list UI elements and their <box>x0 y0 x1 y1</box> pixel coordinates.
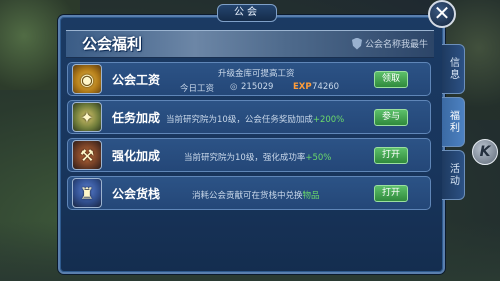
guild-welfare-banner: 公会福利 公会名称我最牛 <box>66 30 434 58</box>
banner-right-text: 公会名称我最牛 <box>364 40 428 50</box>
row-name: 任务加成 <box>112 111 161 125</box>
enhance-bonus-desc-text: 当前研究院为10级，强化成功率 <box>184 153 306 163</box>
salary-today-label: 今日工资 <box>180 84 215 94</box>
shield-icon <box>351 37 362 50</box>
task-bonus-desc: 当前研究院为10级，公会任务奖励加成+200% <box>166 113 344 125</box>
row-guild-salary: ◉ 公会工资 升级金库可提高工资 今日工资 ◎ 215029 EXP 74260… <box>67 62 431 96</box>
row-enhance-bonus: ⚒ 强化加成 当前研究院为10级，强化成功率+50% 打开 <box>67 138 431 172</box>
warehouse-desc: 消耗公会贡献可在货栈中兑换物品 <box>192 189 320 201</box>
banner-guild-name: 公会名称我最牛 <box>351 37 428 50</box>
gold-coins-icon: ◉ <box>72 64 102 94</box>
open-enhance-button[interactable]: 打开 <box>374 147 408 164</box>
tab-welfare[interactable]: 福利 <box>442 97 465 147</box>
salary-hint: 升级金库可提高工资 <box>218 69 295 79</box>
banner-title: 公会福利 <box>82 35 143 53</box>
coin-icon: ◎ <box>230 82 238 92</box>
salary-coin-value: 215029 <box>241 82 274 92</box>
enhance-bonus-desc: 当前研究院为10级，强化成功率+50% <box>184 151 331 163</box>
warehouse-desc-text: 消耗公会贡献可在货栈中兑换 <box>192 191 303 201</box>
close-icon: ✕ <box>433 1 451 25</box>
join-task-button[interactable]: 参与 <box>374 109 408 126</box>
warehouse-icon: ♜ <box>72 178 102 208</box>
row-name: 公会工资 <box>112 73 161 87</box>
exp-label: EXP <box>293 82 312 92</box>
task-bonus-value: +200% <box>312 115 345 125</box>
row-name: 强化加成 <box>112 149 161 163</box>
k-logo-badge[interactable]: K <box>472 139 498 165</box>
quest-scroll-icon: ✦ <box>72 102 102 132</box>
enhance-bonus-value: +50% <box>305 153 332 163</box>
tab-activity[interactable]: 活动 <box>442 150 465 200</box>
warehouse-highlight: 物品 <box>302 191 320 201</box>
claim-salary-button[interactable]: 领取 <box>374 71 408 88</box>
close-button[interactable]: ✕ <box>428 0 456 28</box>
salary-exp-value: 74260 <box>312 82 340 92</box>
open-warehouse-button[interactable]: 打开 <box>374 185 408 202</box>
tab-info[interactable]: 信息 <box>442 44 465 94</box>
row-task-bonus: ✦ 任务加成 当前研究院为10级，公会任务奖励加成+200% 参与 <box>67 100 431 134</box>
row-name: 公会货栈 <box>112 187 161 201</box>
forge-icon: ⚒ <box>72 140 102 170</box>
window-title: 公会 <box>217 4 277 22</box>
row-guild-warehouse: ♜ 公会货栈 消耗公会贡献可在货栈中兑换物品 打开 <box>67 176 431 210</box>
task-bonus-desc-text: 当前研究院为10级，公会任务奖励加成 <box>166 115 313 125</box>
